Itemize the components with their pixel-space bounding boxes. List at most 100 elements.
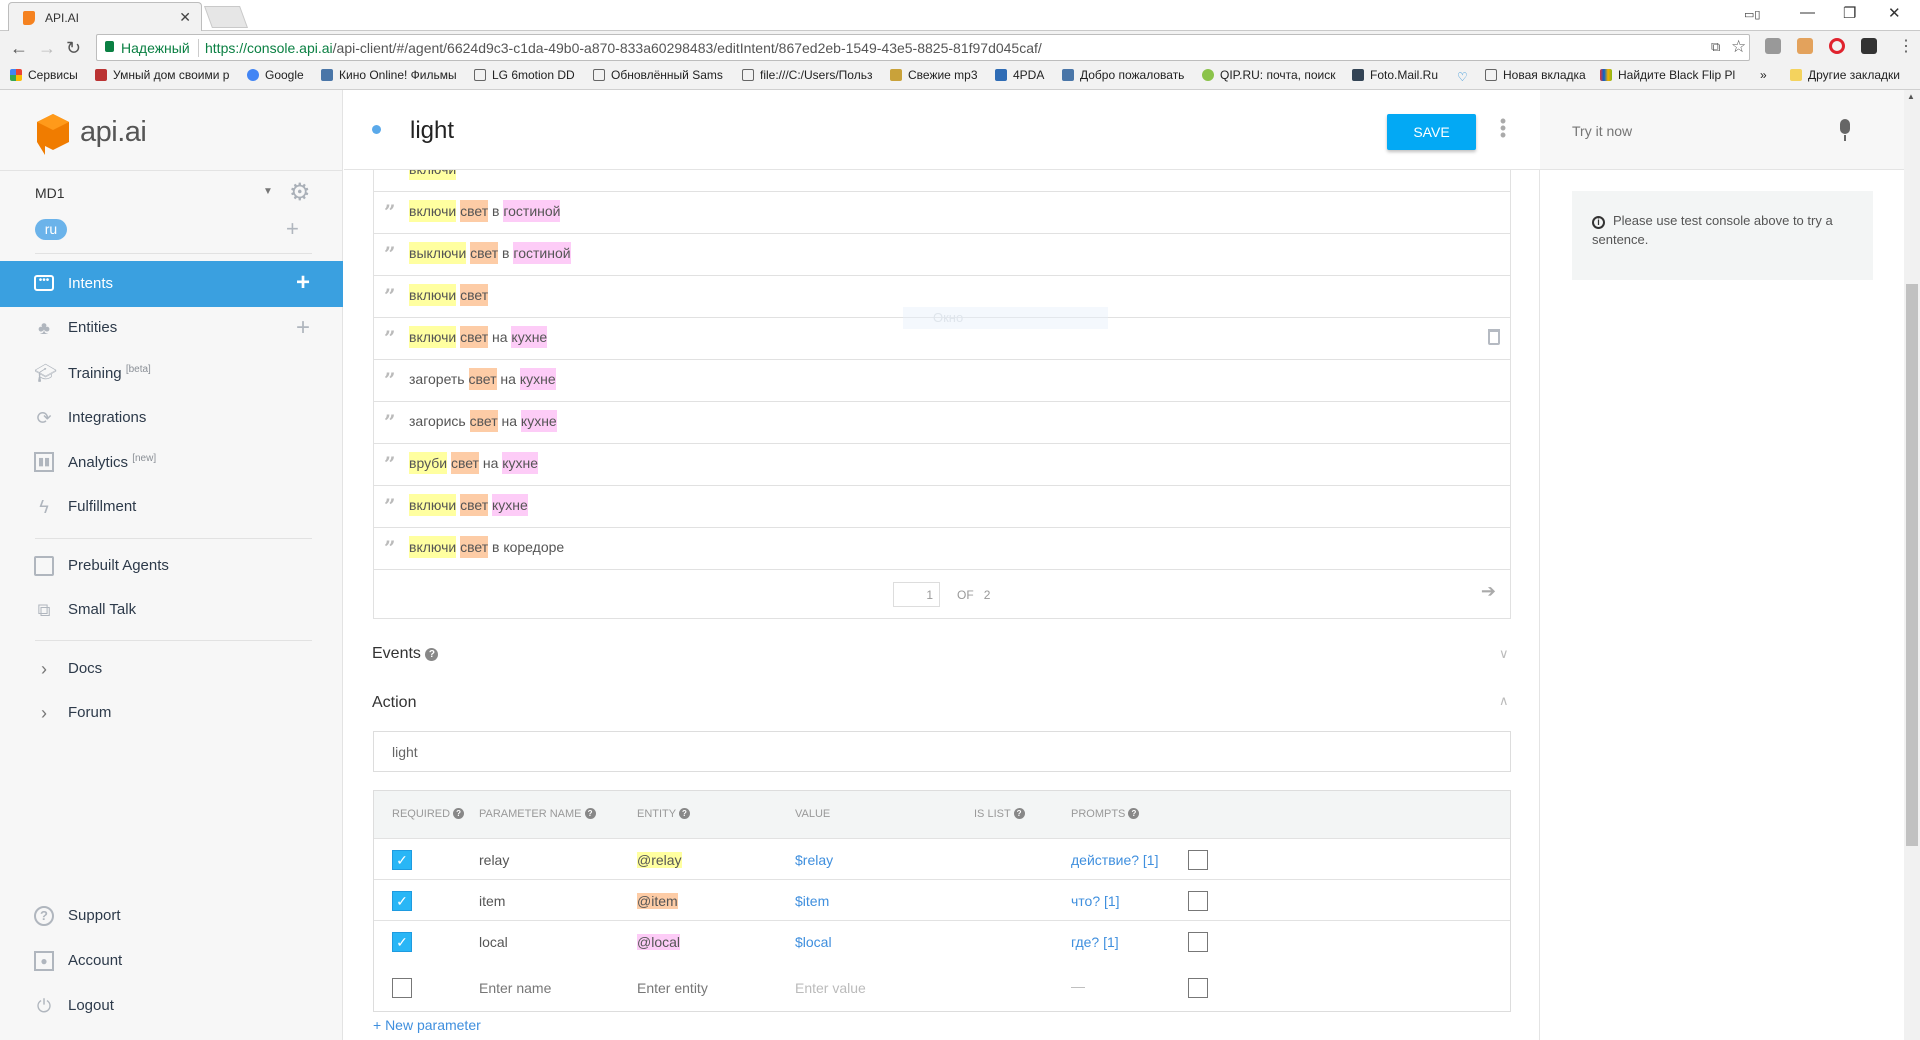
required-checkbox[interactable]: ✓ [392,850,412,870]
bookmark[interactable]: Новая вкладка [1485,68,1590,82]
page-number-input[interactable] [893,582,940,607]
address-bar[interactable]: Надежный https://console.api.ai/api-clie… [96,34,1750,61]
translate-icon[interactable]: ⧉ [1711,39,1720,55]
utterance-row[interactable]: ” включи свет в коредоре [374,528,1510,570]
entity-annotation[interactable]: кухне [520,410,557,432]
parameter-name[interactable]: relay [479,852,509,868]
parameter-prompts[interactable]: действие? [1] [1071,852,1158,868]
parameter-name[interactable]: local [479,934,508,950]
entity-annotation[interactable]: свет [460,494,489,516]
entity-annotation[interactable]: кухне [519,368,556,390]
parameter-prompts[interactable]: что? [1] [1071,893,1120,909]
is-list-checkbox[interactable] [1188,850,1208,870]
minimize-button[interactable]: — [1800,4,1815,21]
entity-annotation[interactable]: кухне [511,326,548,348]
entity-annotation[interactable]: включи [409,494,457,516]
required-checkbox[interactable] [392,978,412,998]
help-icon[interactable]: ? [1013,808,1025,819]
sidebar-item-entities[interactable]: ♣ Entities + [0,306,343,350]
scrollbar-thumb[interactable] [1906,284,1918,846]
entity-annotation[interactable]: кухне [502,452,539,474]
entity-annotation[interactable]: гостиной [513,242,571,264]
utterance-text[interactable]: включи свет на кухне [409,326,548,348]
chevron-up-icon[interactable]: ∧ [1499,693,1509,709]
forward-icon[interactable]: → [38,38,56,59]
sidebar-item-logout[interactable]: ⏻ Logout [0,984,343,1028]
intent-name[interactable]: light [410,117,454,145]
parameter-value[interactable]: $local [795,934,832,950]
bookmark[interactable]: Google [247,68,317,82]
entity-annotation[interactable]: включи [409,200,457,222]
required-checkbox[interactable]: ✓ [392,932,412,952]
reload-icon[interactable]: ↻ [66,38,81,59]
entity-annotation[interactable]: кухне [492,494,528,516]
parameter-entity[interactable]: @relay [637,852,682,868]
agent-name[interactable]: MD1 [35,185,65,201]
close-tab-icon[interactable]: ✕ [179,9,191,26]
restore-button[interactable]: ❐ [1843,4,1856,22]
bookmark[interactable]: Свежие mp3 [890,68,990,82]
sidebar-item-support[interactable]: ? Support [0,894,343,938]
required-checkbox[interactable]: ✓ [392,891,412,911]
entity-annotation[interactable]: свет [460,536,489,558]
utterance-row[interactable]: ” включи свет кухне [374,486,1510,528]
sidebar-item-intents[interactable]: ••• Intents + [0,261,343,307]
extension-icon[interactable] [1797,38,1813,54]
logo[interactable]: api.ai [36,114,147,161]
add-language-icon[interactable]: + [286,216,299,242]
sidebar-item-prebuilt-agents[interactable]: Prebuilt Agents [0,544,343,588]
new-tab-button[interactable] [203,6,249,28]
agent-dropdown-icon[interactable]: ▼ [263,186,273,197]
parameter-value[interactable]: $item [795,893,829,909]
entity-input[interactable]: Enter entity [637,980,708,996]
utterance-row[interactable]: ” вруби свет на кухне [374,444,1510,486]
other-bookmarks[interactable]: Другие закладки [1790,68,1920,82]
entity-annotation[interactable]: вруби [409,452,448,474]
entity-annotation[interactable]: гостиной [503,200,561,222]
gear-icon[interactable]: ⚙ [289,178,311,207]
priority-dot[interactable] [372,125,381,134]
utterance-text[interactable]: загореть свет на кухне [409,368,556,390]
sidebar-item-small-talk[interactable]: ⧉ Small Talk [0,588,343,632]
sidebar-item-account[interactable]: ● Account [0,939,343,983]
parameter-entity[interactable]: @local [637,934,681,950]
scroll-up-icon[interactable]: ▲ [1907,92,1915,101]
more-options-icon[interactable]: • • • [1499,112,1507,144]
sidebar-item-fulfillment[interactable]: ϟ Fulfillment [0,485,343,529]
entity-annotation[interactable]: свет [460,284,489,306]
bookmark[interactable]: 4PDA [995,68,1055,82]
next-page-arrow-icon[interactable]: ➔ [1481,581,1496,602]
parameter-value[interactable]: $relay [795,852,833,868]
entity-annotation[interactable]: свет [450,452,479,474]
utterance-text[interactable]: включи свет в гостиной [409,200,561,222]
action-section-title[interactable]: Action [372,694,416,712]
sidebar-item-docs[interactable]: › Docs [0,647,343,691]
parameter-prompts[interactable]: где? [1] [1071,934,1119,950]
opera-extension-icon[interactable] [1829,38,1845,54]
sidebar-item-training[interactable]: 🎓︎ Training [beta] [0,351,343,395]
bookmark-apps[interactable]: Сервисы [10,68,90,82]
new-parameter-link[interactable]: + New parameter [373,1017,481,1033]
utterance-row[interactable]: ” загорись свет на кухне [374,402,1510,444]
bookmark-star-icon[interactable]: ☆ [1731,37,1746,57]
sidebar-item-integrations[interactable]: ⟳ Integrations [0,396,343,440]
help-icon[interactable]: ? [1128,808,1140,819]
bookmark[interactable]: Foto.Mail.Ru [1352,68,1450,82]
close-window-button[interactable]: ✕ [1888,4,1901,22]
is-list-checkbox[interactable] [1188,978,1208,998]
bookmark[interactable]: LG 6motion DD [474,68,586,82]
sidebar-item-analytics[interactable]: ▮▮ Analytics [new] [0,440,343,484]
utterance-text[interactable]: включи свет кухне [409,494,528,516]
value-input[interactable]: Enter value [795,980,866,996]
back-icon[interactable]: ← [10,38,28,59]
bookmark[interactable]: Обновлённый Sams [593,68,725,82]
action-input[interactable]: light [373,731,1511,772]
utterance-text[interactable]: включи свет в коредоре [409,536,564,558]
language-badge[interactable]: ru [35,219,67,240]
profile-icon[interactable]: ▭▯ [1744,8,1760,21]
sidebar-item-forum[interactable]: › Forum [0,691,343,735]
is-list-checkbox[interactable] [1188,932,1208,952]
utterance-text[interactable]: вруби свет на кухне [409,452,539,474]
gmail-extension-icon[interactable] [1765,38,1781,54]
is-list-checkbox[interactable] [1188,891,1208,911]
